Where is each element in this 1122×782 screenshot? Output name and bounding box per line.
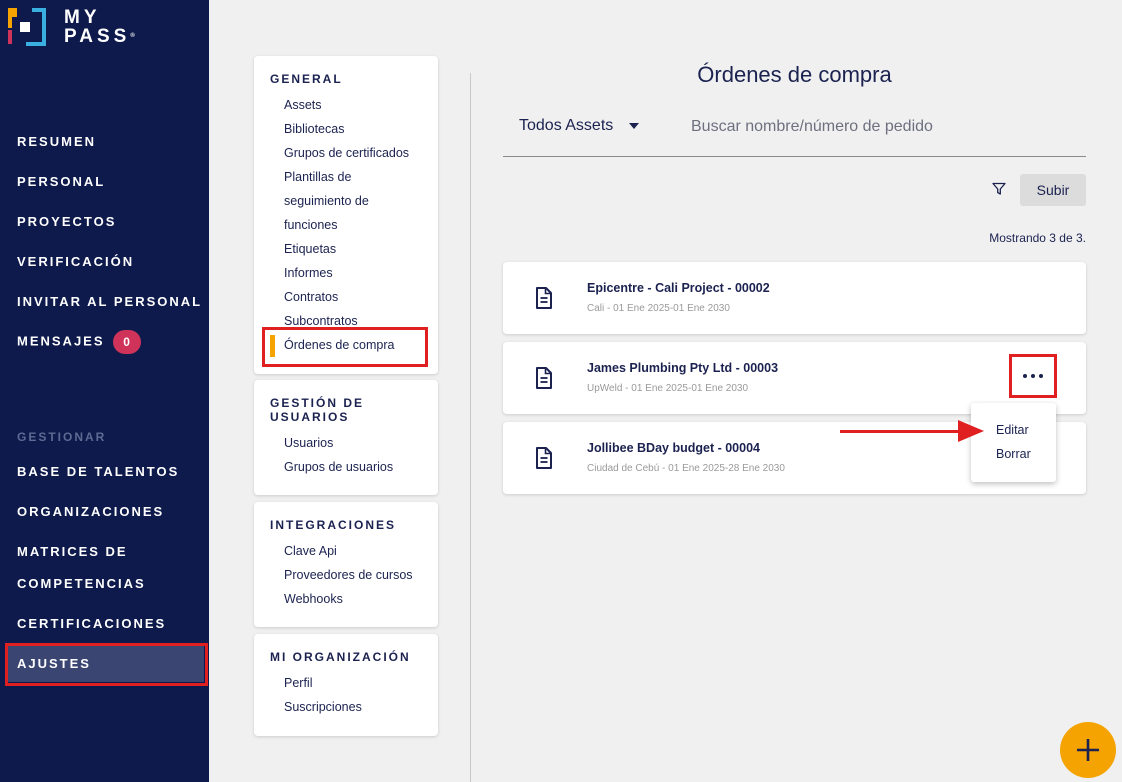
nav-organizaciones[interactable]: ORGANIZACIONES xyxy=(17,504,164,519)
nav-proyectos[interactable]: PROYECTOS xyxy=(17,214,116,229)
menu-item-edit[interactable]: Editar xyxy=(996,423,1029,437)
document-icon xyxy=(536,287,552,309)
logo-text: MY PASS® xyxy=(64,8,135,46)
link-etiquetas[interactable]: Etiquetas xyxy=(284,242,336,256)
order-title: James Plumbing Pty Ltd - 00003 xyxy=(587,361,779,375)
upload-button[interactable]: Subir xyxy=(1020,174,1086,206)
logo-mark-icon xyxy=(8,8,46,46)
plus-icon xyxy=(1077,739,1099,761)
logo-line-2: PASS xyxy=(64,26,131,47)
annotation-arrow-line xyxy=(840,430,962,433)
highlight-ajustes xyxy=(5,643,208,686)
messages-count-badge: 0 xyxy=(112,330,141,354)
document-icon xyxy=(536,367,552,389)
settings-card-my-org: MI ORGANIZACIÓN Perfil Suscripciones xyxy=(254,634,438,736)
results-count: Mostrando 3 de 3. xyxy=(989,231,1086,245)
asset-filter-select[interactable]: Todos Assets xyxy=(519,117,640,135)
settings-card-integrations: INTEGRACIONES Clave Api Proveedores de c… xyxy=(254,502,438,627)
chevron-down-icon xyxy=(629,123,640,129)
card-title-my-org: MI ORGANIZACIÓN xyxy=(270,650,411,664)
logo-line-1: MY xyxy=(64,7,101,28)
order-subtitle: Ciudad de Cebú - 01 Ene 2025-28 Ene 2030 xyxy=(587,463,785,474)
nav-matrices-line-1: MATRICES DE xyxy=(17,544,128,559)
nav-verificacion[interactable]: VERIFICACIÓN xyxy=(17,254,134,269)
add-button[interactable] xyxy=(1060,722,1116,778)
logo-trademark: ® xyxy=(130,33,135,39)
link-proveedores-cursos[interactable]: Proveedores de cursos xyxy=(284,568,413,582)
annotation-arrow-head xyxy=(958,420,984,442)
highlight-ordenes-compra xyxy=(262,327,428,367)
nav-mensajes[interactable]: MENSAJES 0 xyxy=(17,330,141,354)
logo[interactable]: MY PASS® xyxy=(8,8,135,46)
more-horizontal-icon xyxy=(1023,374,1027,378)
document-icon xyxy=(536,447,552,469)
nav-certificaciones[interactable]: CERTIFICACIONES xyxy=(17,616,166,631)
nav-personal[interactable]: PERSONAL xyxy=(17,174,105,189)
link-plantillas-line-3[interactable]: funciones xyxy=(284,218,338,232)
more-horizontal-icon-dot xyxy=(1039,374,1043,378)
order-title: Epicentre - Cali Project - 00002 xyxy=(587,281,770,295)
link-usuarios[interactable]: Usuarios xyxy=(284,436,333,450)
nav-base-talentos[interactable]: BASE DE TALENTOS xyxy=(17,464,179,479)
nav-matrices-competencias[interactable]: MATRICES DE COMPETENCIAS xyxy=(17,544,146,591)
link-bibliotecas[interactable]: Bibliotecas xyxy=(284,122,344,136)
sidebar: MY PASS® RESUMEN PERSONAL PROYECTOS VERI… xyxy=(0,0,209,782)
row-actions-menu: Editar Borrar xyxy=(971,403,1056,482)
link-plantillas-line-1[interactable]: Plantillas de xyxy=(284,170,351,184)
more-horizontal-icon-dot xyxy=(1031,374,1035,378)
section-label-gestionar: GESTIONAR xyxy=(17,430,107,444)
filter-icon[interactable] xyxy=(992,182,1006,196)
order-subtitle: Cali - 01 Ene 2025-01 Ene 2030 xyxy=(587,303,730,314)
nav-matrices-line-2: COMPETENCIAS xyxy=(17,576,146,591)
link-suscripciones[interactable]: Suscripciones xyxy=(284,700,362,714)
nav-resumen[interactable]: RESUMEN xyxy=(17,134,96,149)
nav-mensajes-label: MENSAJES xyxy=(17,333,105,349)
nav-invitar-personal[interactable]: INVITAR AL PERSONAL xyxy=(17,294,202,309)
search-input[interactable] xyxy=(691,115,1081,139)
page-title: Órdenes de compra xyxy=(697,62,892,87)
more-options-button[interactable] xyxy=(1009,354,1057,398)
link-perfil[interactable]: Perfil xyxy=(284,676,312,690)
vertical-divider xyxy=(470,73,471,782)
card-title-users-line-1: GESTIÓN DE xyxy=(270,396,365,410)
menu-item-delete[interactable]: Borrar xyxy=(996,447,1031,461)
link-clave-api[interactable]: Clave Api xyxy=(284,544,337,558)
link-webhooks[interactable]: Webhooks xyxy=(284,592,343,606)
link-informes[interactable]: Informes xyxy=(284,266,333,280)
settings-card-users: GESTIÓN DE USUARIOS Usuarios Grupos de u… xyxy=(254,380,438,495)
order-title: Jollibee BDay budget - 00004 xyxy=(587,441,760,455)
asset-filter-value: Todos Assets xyxy=(519,117,614,134)
card-title-users-line-2: USUARIOS xyxy=(270,410,350,424)
link-assets[interactable]: Assets xyxy=(284,98,322,112)
search-underline xyxy=(503,156,1086,157)
link-plantillas-line-2[interactable]: seguimiento de xyxy=(284,194,369,208)
link-grupos-certificados[interactable]: Grupos de certificados xyxy=(284,146,409,160)
link-subcontratos[interactable]: Subcontratos xyxy=(284,314,358,328)
link-grupos-usuarios[interactable]: Grupos de usuarios xyxy=(284,460,393,474)
order-subtitle: UpWeld - 01 Ene 2025-01 Ene 2030 xyxy=(587,383,749,394)
link-contratos[interactable]: Contratos xyxy=(284,290,338,304)
card-title-integrations: INTEGRACIONES xyxy=(270,518,397,532)
card-title-general: GENERAL xyxy=(270,72,343,86)
order-row[interactable]: Epicentre - Cali Project - 00002 Cali - … xyxy=(503,262,1086,334)
card-title-users: GESTIÓN DE USUARIOS xyxy=(270,396,364,424)
